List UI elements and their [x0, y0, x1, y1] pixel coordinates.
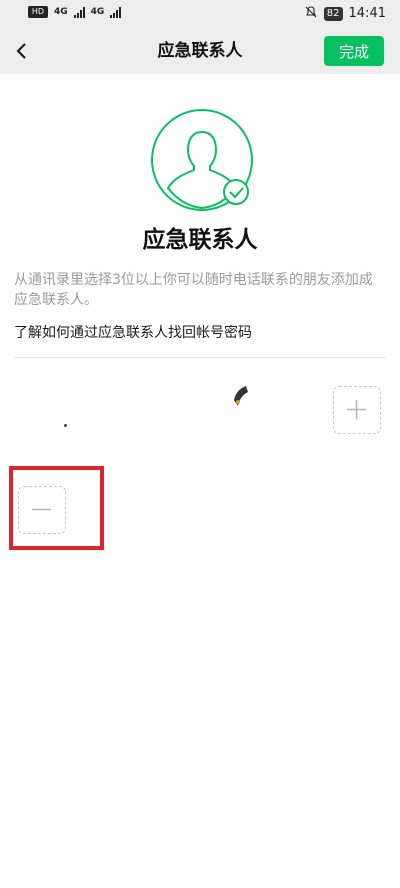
plus-icon: [347, 400, 366, 419]
clock: 14:41: [348, 6, 386, 21]
battery-icon: 82: [323, 6, 343, 21]
status-left: HD 4G 4G: [28, 6, 122, 18]
nav-bar: 应急联系人 完成: [0, 28, 400, 74]
status-right: 82 14:41: [304, 5, 386, 22]
contact-avatar-fragment: [232, 386, 248, 408]
mute-bell-icon: [304, 5, 318, 22]
hero-title: 应急联系人: [142, 227, 258, 253]
signal-icon: [73, 6, 85, 18]
status-bar: HD 4G 4G 82 14:41: [0, 0, 400, 28]
remove-contact-button[interactable]: [18, 486, 66, 534]
description: 从通讯录里选择3位以上你可以随时电话联系的朋友添加成应急联系人。: [14, 272, 373, 308]
add-contact-button[interactable]: [333, 386, 381, 434]
done-button[interactable]: 完成: [324, 36, 384, 66]
avatar: [150, 108, 254, 212]
divider: [14, 357, 386, 358]
person-check-icon: [151, 109, 253, 211]
network-type-2: 4G: [90, 6, 105, 17]
network-type-1: 4G: [54, 6, 68, 17]
minus-icon: [32, 508, 51, 511]
hd-icon: HD: [28, 6, 48, 18]
artifact-dot: [64, 424, 67, 427]
signal-icon-2: [110, 6, 122, 18]
help-link[interactable]: 了解如何通过应急联系人找回帐号密码: [14, 322, 252, 342]
